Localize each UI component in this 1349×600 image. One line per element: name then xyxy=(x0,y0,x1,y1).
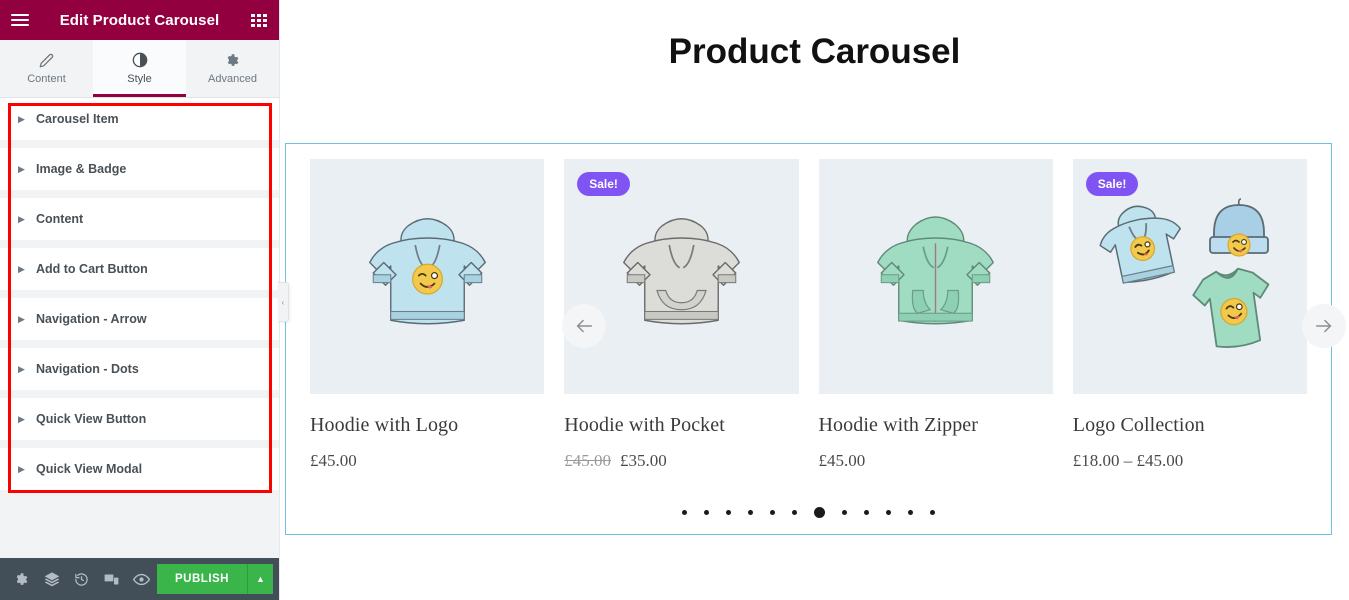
sidebar-item-navigation-dots[interactable]: ▶ Navigation - Dots xyxy=(0,348,279,391)
carousel-prev-arrow-icon[interactable] xyxy=(562,304,606,348)
price-current: £45.00 xyxy=(818,451,866,470)
publish-button[interactable]: PUBLISH xyxy=(157,564,247,594)
carousel-dots xyxy=(286,507,1331,518)
tab-advanced[interactable]: Advanced xyxy=(186,40,279,97)
panel-header: Edit Product Carousel xyxy=(0,0,279,40)
gear-icon xyxy=(225,52,240,68)
panel-collapse-handle[interactable]: ‹ xyxy=(278,282,289,322)
section-label: Quick View Button xyxy=(36,412,147,426)
chevron-right-icon: ▶ xyxy=(18,163,25,174)
carousel-dot[interactable] xyxy=(930,510,935,515)
carousel-dot[interactable] xyxy=(682,510,687,515)
product-carousel-widget[interactable]: Hoodie with Logo £45.00 Sale! Hoodie wit… xyxy=(285,143,1332,535)
carousel-dot[interactable] xyxy=(886,510,891,515)
carousel-dot[interactable] xyxy=(704,510,709,515)
section-label: Carousel Item xyxy=(36,112,119,126)
page-title: Product Carousel xyxy=(668,32,961,71)
responsive-mode-icon[interactable] xyxy=(97,564,125,594)
tab-content-label: Content xyxy=(27,73,66,85)
apps-grid-icon[interactable] xyxy=(239,0,279,40)
panel-title: Edit Product Carousel xyxy=(59,11,220,29)
elementor-editor: Edit Product Carousel Content Style Adva… xyxy=(0,0,1349,600)
preview-canvas: Product Carousel Hoodie with Logo £45.00… xyxy=(280,0,1349,600)
carousel-dot[interactable] xyxy=(792,510,797,515)
chevron-right-icon: ▶ xyxy=(18,213,25,224)
pencil-icon xyxy=(39,52,54,68)
product-price: £45.00 £35.00 xyxy=(564,451,798,471)
product-image-gray-hoodie-icon[interactable]: Sale! xyxy=(564,159,799,394)
section-label: Quick View Modal xyxy=(36,462,143,476)
tab-content[interactable]: Content xyxy=(0,40,93,97)
chevron-right-icon: ▶ xyxy=(18,363,25,374)
product-card[interactable]: Sale! xyxy=(1063,159,1317,471)
sidebar-item-image-badge[interactable]: ▶ Image & Badge xyxy=(0,148,279,191)
carousel-dot[interactable] xyxy=(726,510,731,515)
product-image-logo-collection-icon[interactable]: Sale! xyxy=(1072,159,1307,394)
carousel-dot[interactable] xyxy=(908,510,913,515)
style-sections-list: ▶ Carousel Item ▶ Image & Badge ▶ Conten… xyxy=(0,98,279,558)
settings-gear-icon[interactable] xyxy=(8,564,36,594)
tab-advanced-label: Advanced xyxy=(208,73,257,85)
price-current: £45.00 xyxy=(310,451,357,470)
contrast-circle-icon xyxy=(132,52,148,68)
chevron-right-icon: ▶ xyxy=(18,313,25,324)
panel-tabs: Content Style Advanced xyxy=(0,40,279,98)
chevron-right-icon: ▶ xyxy=(18,113,25,124)
section-label: Navigation - Arrow xyxy=(36,312,147,326)
sale-badge: Sale! xyxy=(577,172,630,196)
publish-control: PUBLISH ▲ xyxy=(157,564,273,594)
navigator-layers-icon[interactable] xyxy=(38,564,66,594)
sidebar-item-quick-view-button[interactable]: ▶ Quick View Button xyxy=(0,398,279,441)
product-name[interactable]: Logo Collection xyxy=(1073,414,1307,437)
product-price: £45.00 xyxy=(819,451,1053,471)
chevron-right-icon: ▶ xyxy=(18,263,25,274)
product-name[interactable]: Hoodie with Logo xyxy=(310,414,544,437)
sale-badge: Sale! xyxy=(1085,172,1139,196)
sidebar-item-content[interactable]: ▶ Content xyxy=(0,198,279,241)
product-price: £45.00 xyxy=(310,451,544,471)
sidebar-item-add-to-cart-button[interactable]: ▶ Add to Cart Button xyxy=(0,248,279,291)
publish-options-arrow-icon[interactable]: ▲ xyxy=(247,564,273,594)
price-old: £45.00 xyxy=(564,451,611,470)
sidebar-item-quick-view-modal[interactable]: ▶ Quick View Modal xyxy=(0,448,279,491)
preview-eye-icon[interactable] xyxy=(127,564,155,594)
chevron-right-icon: ▶ xyxy=(18,413,25,424)
product-card[interactable]: Hoodie with Zipper £45.00 xyxy=(809,159,1063,471)
carousel-dot-active[interactable] xyxy=(814,507,825,518)
carousel-track: Hoodie with Logo £45.00 Sale! Hoodie wit… xyxy=(286,144,1331,471)
section-label: Navigation - Dots xyxy=(36,362,139,376)
sidebar-item-carousel-item[interactable]: ▶ Carousel Item xyxy=(0,98,279,141)
sidebar-item-navigation-arrow[interactable]: ▶ Navigation - Arrow xyxy=(0,298,279,341)
carousel-dot[interactable] xyxy=(770,510,775,515)
tab-style-label: Style xyxy=(127,73,152,85)
product-image-mint-zip-hoodie-icon[interactable] xyxy=(818,159,1053,394)
hamburger-menu-icon[interactable] xyxy=(0,0,40,40)
tab-style[interactable]: Style xyxy=(93,40,186,97)
carousel-next-arrow-icon[interactable] xyxy=(1302,304,1346,348)
product-name[interactable]: Hoodie with Pocket xyxy=(564,414,798,437)
carousel-dot[interactable] xyxy=(748,510,753,515)
section-label: Image & Badge xyxy=(36,162,127,176)
product-card[interactable]: Hoodie with Logo £45.00 xyxy=(300,159,554,471)
price-current: £18.00 – £45.00 xyxy=(1072,451,1184,470)
product-image-blue-hoodie-icon[interactable] xyxy=(310,159,545,394)
history-icon[interactable] xyxy=(68,564,96,594)
editor-panel: Edit Product Carousel Content Style Adva… xyxy=(0,0,289,600)
section-label: Add to Cart Button xyxy=(36,262,148,276)
product-price: £18.00 – £45.00 xyxy=(1073,451,1307,471)
carousel-dot[interactable] xyxy=(842,510,847,515)
price-current: £35.00 xyxy=(620,451,667,470)
product-name[interactable]: Hoodie with Zipper xyxy=(819,414,1053,437)
panel-footer-toolbar: PUBLISH ▲ xyxy=(0,558,279,600)
chevron-right-icon: ▶ xyxy=(18,463,25,474)
carousel-dot[interactable] xyxy=(864,510,869,515)
section-label: Content xyxy=(36,212,84,226)
